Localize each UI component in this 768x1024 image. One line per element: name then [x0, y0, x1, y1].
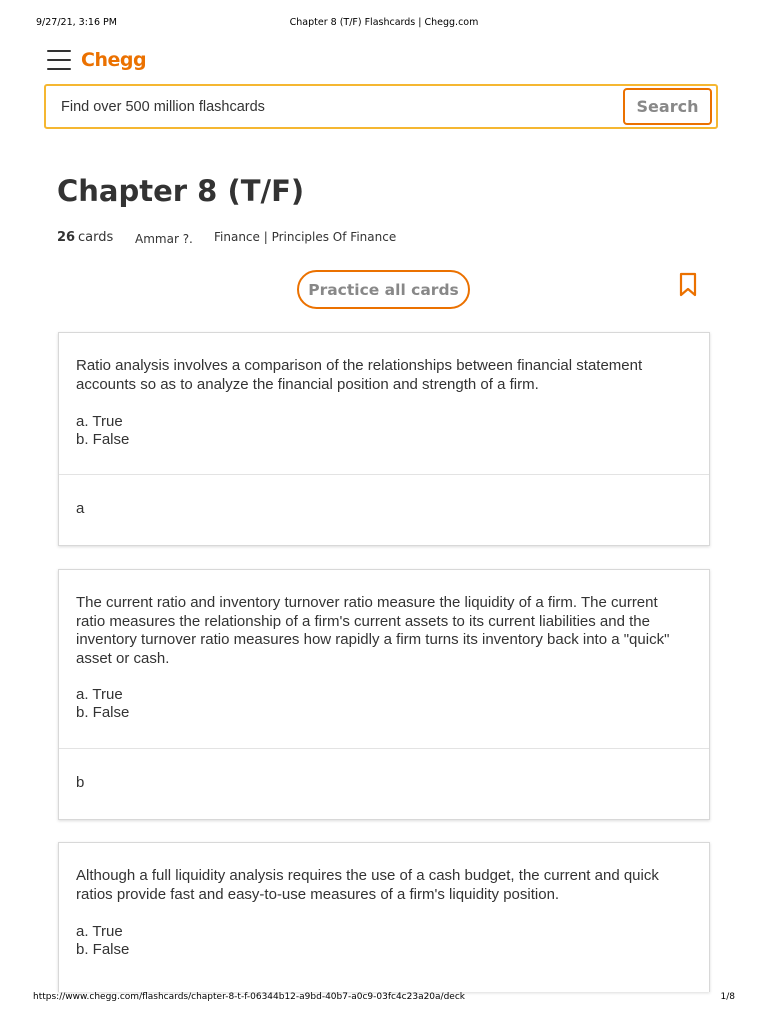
flashcard: The current ratio and inventory turnover…: [58, 569, 710, 820]
print-header: 9/27/21, 3:16 PM Chapter 8 (T/F) Flashca…: [0, 17, 768, 31]
flashcard: Although a full liquidity analysis requi…: [58, 842, 710, 992]
top-navigation: Chegg: [47, 46, 147, 74]
flashcard-front[interactable]: Although a full liquidity analysis requi…: [59, 843, 709, 993]
flashcard-answer: a: [76, 500, 85, 517]
flashcard-question: Ratio analysis involves a comparison of …: [76, 357, 643, 393]
flashcard-answer: b: [76, 774, 85, 791]
flashcard-back[interactable]: b: [59, 749, 709, 820]
flashcard: Ratio analysis involves a comparison of …: [58, 332, 710, 546]
page-title: Chapter 8 (T/F): [57, 174, 305, 208]
flashcard-front[interactable]: The current ratio and inventory turnover…: [59, 570, 709, 749]
flashcard-front[interactable]: Ratio analysis involves a comparison of …: [59, 333, 709, 475]
option-a: a. True: [76, 413, 123, 430]
card-count-label: cards: [78, 230, 114, 245]
search-button[interactable]: Search: [623, 88, 712, 125]
option-b: b. False: [76, 941, 130, 958]
option-b: b. False: [76, 704, 130, 721]
card-count: 26: [57, 230, 76, 245]
print-footer: https://www.chegg.com/flashcards/chapter…: [0, 992, 768, 1006]
subject-breadcrumb[interactable]: Finance | Principles Of Finance: [214, 230, 396, 244]
flashcard-back[interactable]: a: [59, 475, 709, 546]
print-url: https://www.chegg.com/flashcards/chapter…: [33, 992, 465, 1002]
bookmark-icon[interactable]: [678, 272, 698, 298]
chegg-logo[interactable]: Chegg: [81, 49, 147, 71]
option-a: a. True: [76, 686, 123, 703]
option-b: b. False: [76, 431, 130, 448]
print-page-number: 1/8: [720, 992, 735, 1002]
option-a: a. True: [76, 923, 123, 940]
flashcard-question: Although a full liquidity analysis requi…: [76, 867, 659, 903]
author-link[interactable]: Ammar ?.: [135, 232, 193, 246]
hamburger-menu-icon[interactable]: [47, 50, 71, 70]
search-bar: Search: [44, 84, 718, 129]
search-input[interactable]: [46, 86, 716, 127]
print-document-title: Chapter 8 (T/F) Flashcards | Chegg.com: [289, 17, 479, 28]
practice-all-cards-button[interactable]: Practice all cards: [297, 270, 470, 309]
flashcard-question: The current ratio and inventory turnover…: [76, 594, 670, 667]
